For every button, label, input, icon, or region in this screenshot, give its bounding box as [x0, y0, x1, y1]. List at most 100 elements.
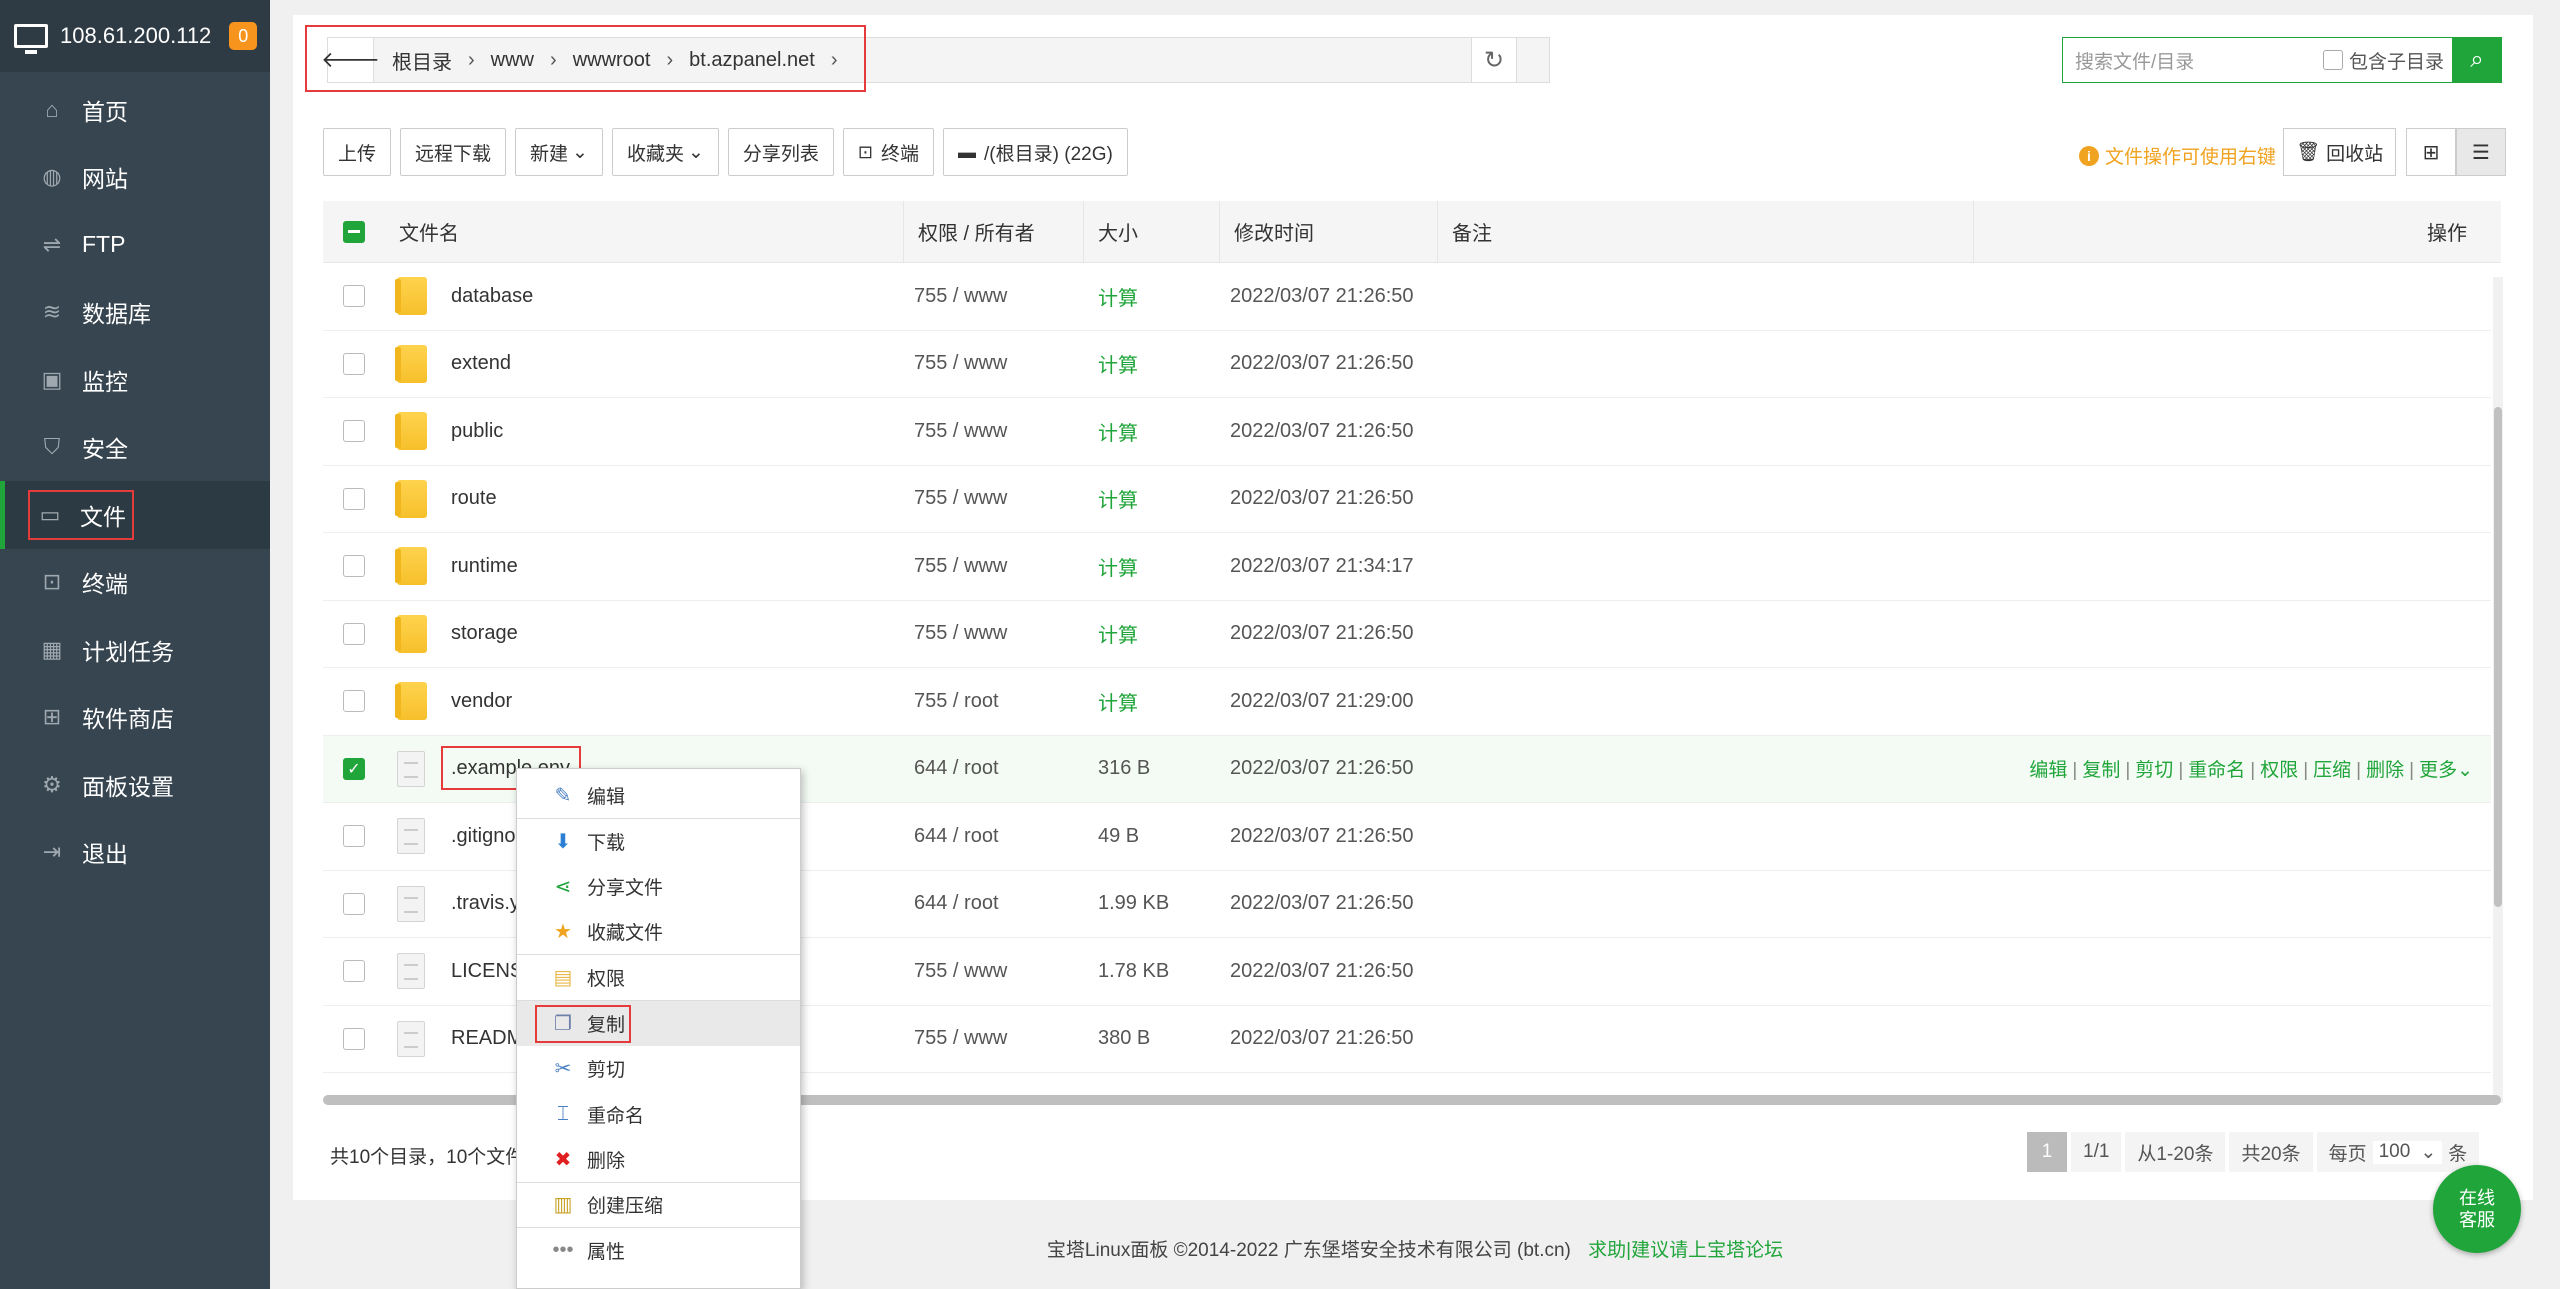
file-name-cell[interactable]: vendor — [385, 682, 904, 721]
perm-cell[interactable]: 755 / www — [904, 622, 1086, 645]
table-row[interactable]: database 755 / www 计算 2022/03/07 21:26:50 — [323, 263, 2491, 331]
file-name-cell[interactable]: runtime — [385, 547, 904, 586]
context-item-10[interactable]: ••• 属性 — [517, 1228, 800, 1274]
sidebar-item-6[interactable]: ▭ 文件 — [0, 481, 270, 549]
file-name[interactable]: extend — [451, 352, 511, 375]
row-checkbox[interactable] — [343, 892, 365, 915]
perm-cell[interactable]: 755 / www — [904, 352, 1086, 375]
table-row[interactable]: public 755 / www 计算 2022/03/07 21:26:50 — [323, 398, 2491, 466]
sidebar-item-7[interactable]: ⊡ 终端 — [0, 549, 270, 617]
sidebar-item-11[interactable]: ⇥ 退出 — [0, 819, 270, 887]
sidebar-item-10[interactable]: ⚙ 面板设置 — [0, 751, 270, 819]
perm-cell[interactable]: 755 / www — [904, 1027, 1086, 1050]
context-item-6[interactable]: ✂ 剪切 — [517, 1046, 800, 1092]
recycle-bin-button[interactable]: 🗑 回收站 — [2283, 128, 2397, 176]
size-cell[interactable]: 计算 — [1086, 417, 1218, 446]
table-row[interactable]: runtime 755 / www 计算 2022/03/07 21:34:17 — [323, 533, 2491, 601]
header-mtime[interactable]: 修改时间 — [1220, 200, 1438, 263]
vertical-scrollbar[interactable] — [2493, 277, 2503, 1103]
perm-cell[interactable]: 644 / root — [904, 757, 1086, 780]
row-action-7[interactable]: 更多 — [2419, 760, 2457, 781]
remote-download-button[interactable]: 远程下载 — [400, 128, 507, 176]
sidebar-item-8[interactable]: ▦ 计划任务 — [0, 616, 270, 684]
row-checkbox[interactable] — [343, 285, 365, 308]
row-checkbox[interactable] — [343, 622, 365, 645]
sidebar-item-9[interactable]: ⊞ 软件商店 — [0, 684, 270, 752]
select-all-checkbox[interactable] — [343, 220, 365, 243]
row-action-5[interactable]: 压缩 — [2313, 760, 2351, 781]
file-name-cell[interactable]: database — [385, 277, 904, 316]
new-button[interactable]: 新建 ⌄ — [515, 128, 603, 176]
row-checkbox[interactable] — [343, 1027, 365, 1050]
table-row[interactable]: vendor 755 / root 计算 2022/03/07 21:29:00 — [323, 668, 2491, 736]
page-current[interactable]: 1 — [2027, 1132, 2067, 1172]
perm-cell[interactable]: 755 / www — [904, 487, 1086, 510]
perm-cell[interactable]: 755 / www — [904, 285, 1086, 308]
size-cell[interactable]: 计算 — [1086, 484, 1218, 513]
header-name[interactable]: 文件名 — [385, 200, 904, 263]
list-view-button[interactable]: ☰ — [2456, 128, 2506, 176]
file-name-cell[interactable]: extend — [385, 344, 904, 383]
sidebar-item-1[interactable]: ◍ 网站 — [0, 144, 270, 212]
file-name[interactable]: vendor — [451, 690, 512, 713]
header-perm[interactable]: 权限 / 所有者 — [904, 200, 1084, 263]
file-name[interactable]: storage — [451, 622, 518, 645]
online-support-button[interactable]: 在线 客服 — [2433, 1165, 2521, 1253]
size-cell[interactable]: 计算 — [1086, 349, 1218, 378]
size-cell[interactable]: 计算 — [1086, 619, 1218, 648]
upload-button[interactable]: 上传 — [323, 128, 392, 176]
sidebar-item-0[interactable]: ⌂ 首页 — [0, 76, 270, 144]
refresh-button[interactable]: ↻ — [1471, 37, 1517, 83]
context-item-8[interactable]: ✖ 删除 — [517, 1137, 800, 1183]
row-action-3[interactable]: 重命名 — [2188, 760, 2245, 781]
perm-cell[interactable]: 755 / www — [904, 555, 1086, 578]
context-item-5[interactable]: ❐ 复制 — [517, 1000, 800, 1046]
terminal-button[interactable]: ⊡ 终端 — [842, 128, 935, 176]
row-action-2[interactable]: 剪切 — [2135, 760, 2173, 781]
row-checkbox[interactable]: ✓ — [343, 757, 365, 780]
size-cell[interactable]: 计算 — [1086, 687, 1218, 716]
perm-cell[interactable]: 755 / www — [904, 420, 1086, 443]
favorites-button[interactable]: 收藏夹 ⌄ — [611, 128, 719, 176]
subdir-checkbox[interactable] — [2322, 50, 2343, 70]
sidebar-item-4[interactable]: ▣ 监控 — [0, 346, 270, 414]
row-action-6[interactable]: 删除 — [2366, 760, 2404, 781]
share-list-button[interactable]: 分享列表 — [727, 128, 834, 176]
row-checkbox[interactable] — [343, 352, 365, 375]
file-name[interactable]: database — [451, 285, 533, 308]
context-item-0[interactable]: ✎ 编辑 — [517, 773, 800, 819]
row-checkbox[interactable] — [343, 825, 365, 848]
row-checkbox[interactable] — [343, 555, 365, 578]
sidebar-item-5[interactable]: ⛉ 安全 — [0, 414, 270, 482]
per-page-select[interactable]: 100 ⌄ — [2372, 1140, 2443, 1164]
table-row[interactable]: storage 755 / www 计算 2022/03/07 21:26:50 — [323, 601, 2491, 668]
file-name[interactable]: route — [451, 487, 497, 510]
table-row[interactable]: route 755 / www 计算 2022/03/07 21:26:50 — [323, 466, 2491, 533]
context-item-2[interactable]: ⋖ 分享文件 — [517, 864, 800, 910]
size-cell[interactable]: 计算 — [1086, 282, 1218, 311]
file-name[interactable]: runtime — [451, 555, 518, 578]
server-header[interactable]: 108.61.200.112 0 — [0, 0, 270, 72]
sidebar-item-3[interactable]: ≋ 数据库 — [0, 279, 270, 347]
subdir-toggle[interactable]: 包含子目录 — [2322, 47, 2444, 74]
row-checkbox[interactable] — [343, 690, 365, 713]
context-item-4[interactable]: ▤ 权限 — [517, 955, 800, 1001]
file-name-cell[interactable]: public — [385, 412, 904, 451]
row-action-0[interactable]: 编辑 — [2029, 760, 2067, 781]
header-size[interactable]: 大小 — [1084, 200, 1220, 263]
perm-cell[interactable]: 755 / root — [904, 690, 1086, 713]
context-item-1[interactable]: ⬇ 下载 — [517, 819, 800, 865]
grid-view-button[interactable]: ⊞ — [2406, 128, 2456, 176]
row-checkbox[interactable] — [343, 420, 365, 443]
notification-badge[interactable]: 0 — [229, 22, 258, 50]
file-name-cell[interactable]: route — [385, 479, 904, 518]
context-item-3[interactable]: ★ 收藏文件 — [517, 910, 800, 955]
search-button[interactable]: ⌕ — [2452, 37, 2502, 83]
disk-button[interactable]: ▬ /(根目录) (22G) — [943, 128, 1128, 176]
forum-link[interactable]: 求助|建议请上宝塔论坛 — [1588, 1240, 1783, 1261]
scroll-thumb[interactable] — [2494, 407, 2502, 907]
table-row[interactable]: extend 755 / www 计算 2022/03/07 21:26:50 — [323, 331, 2491, 398]
row-action-4[interactable]: 权限 — [2260, 760, 2298, 781]
search-input[interactable]: 搜索文件/目录 — [2063, 47, 2323, 74]
sidebar-item-2[interactable]: ⇌ FTP — [0, 211, 270, 279]
